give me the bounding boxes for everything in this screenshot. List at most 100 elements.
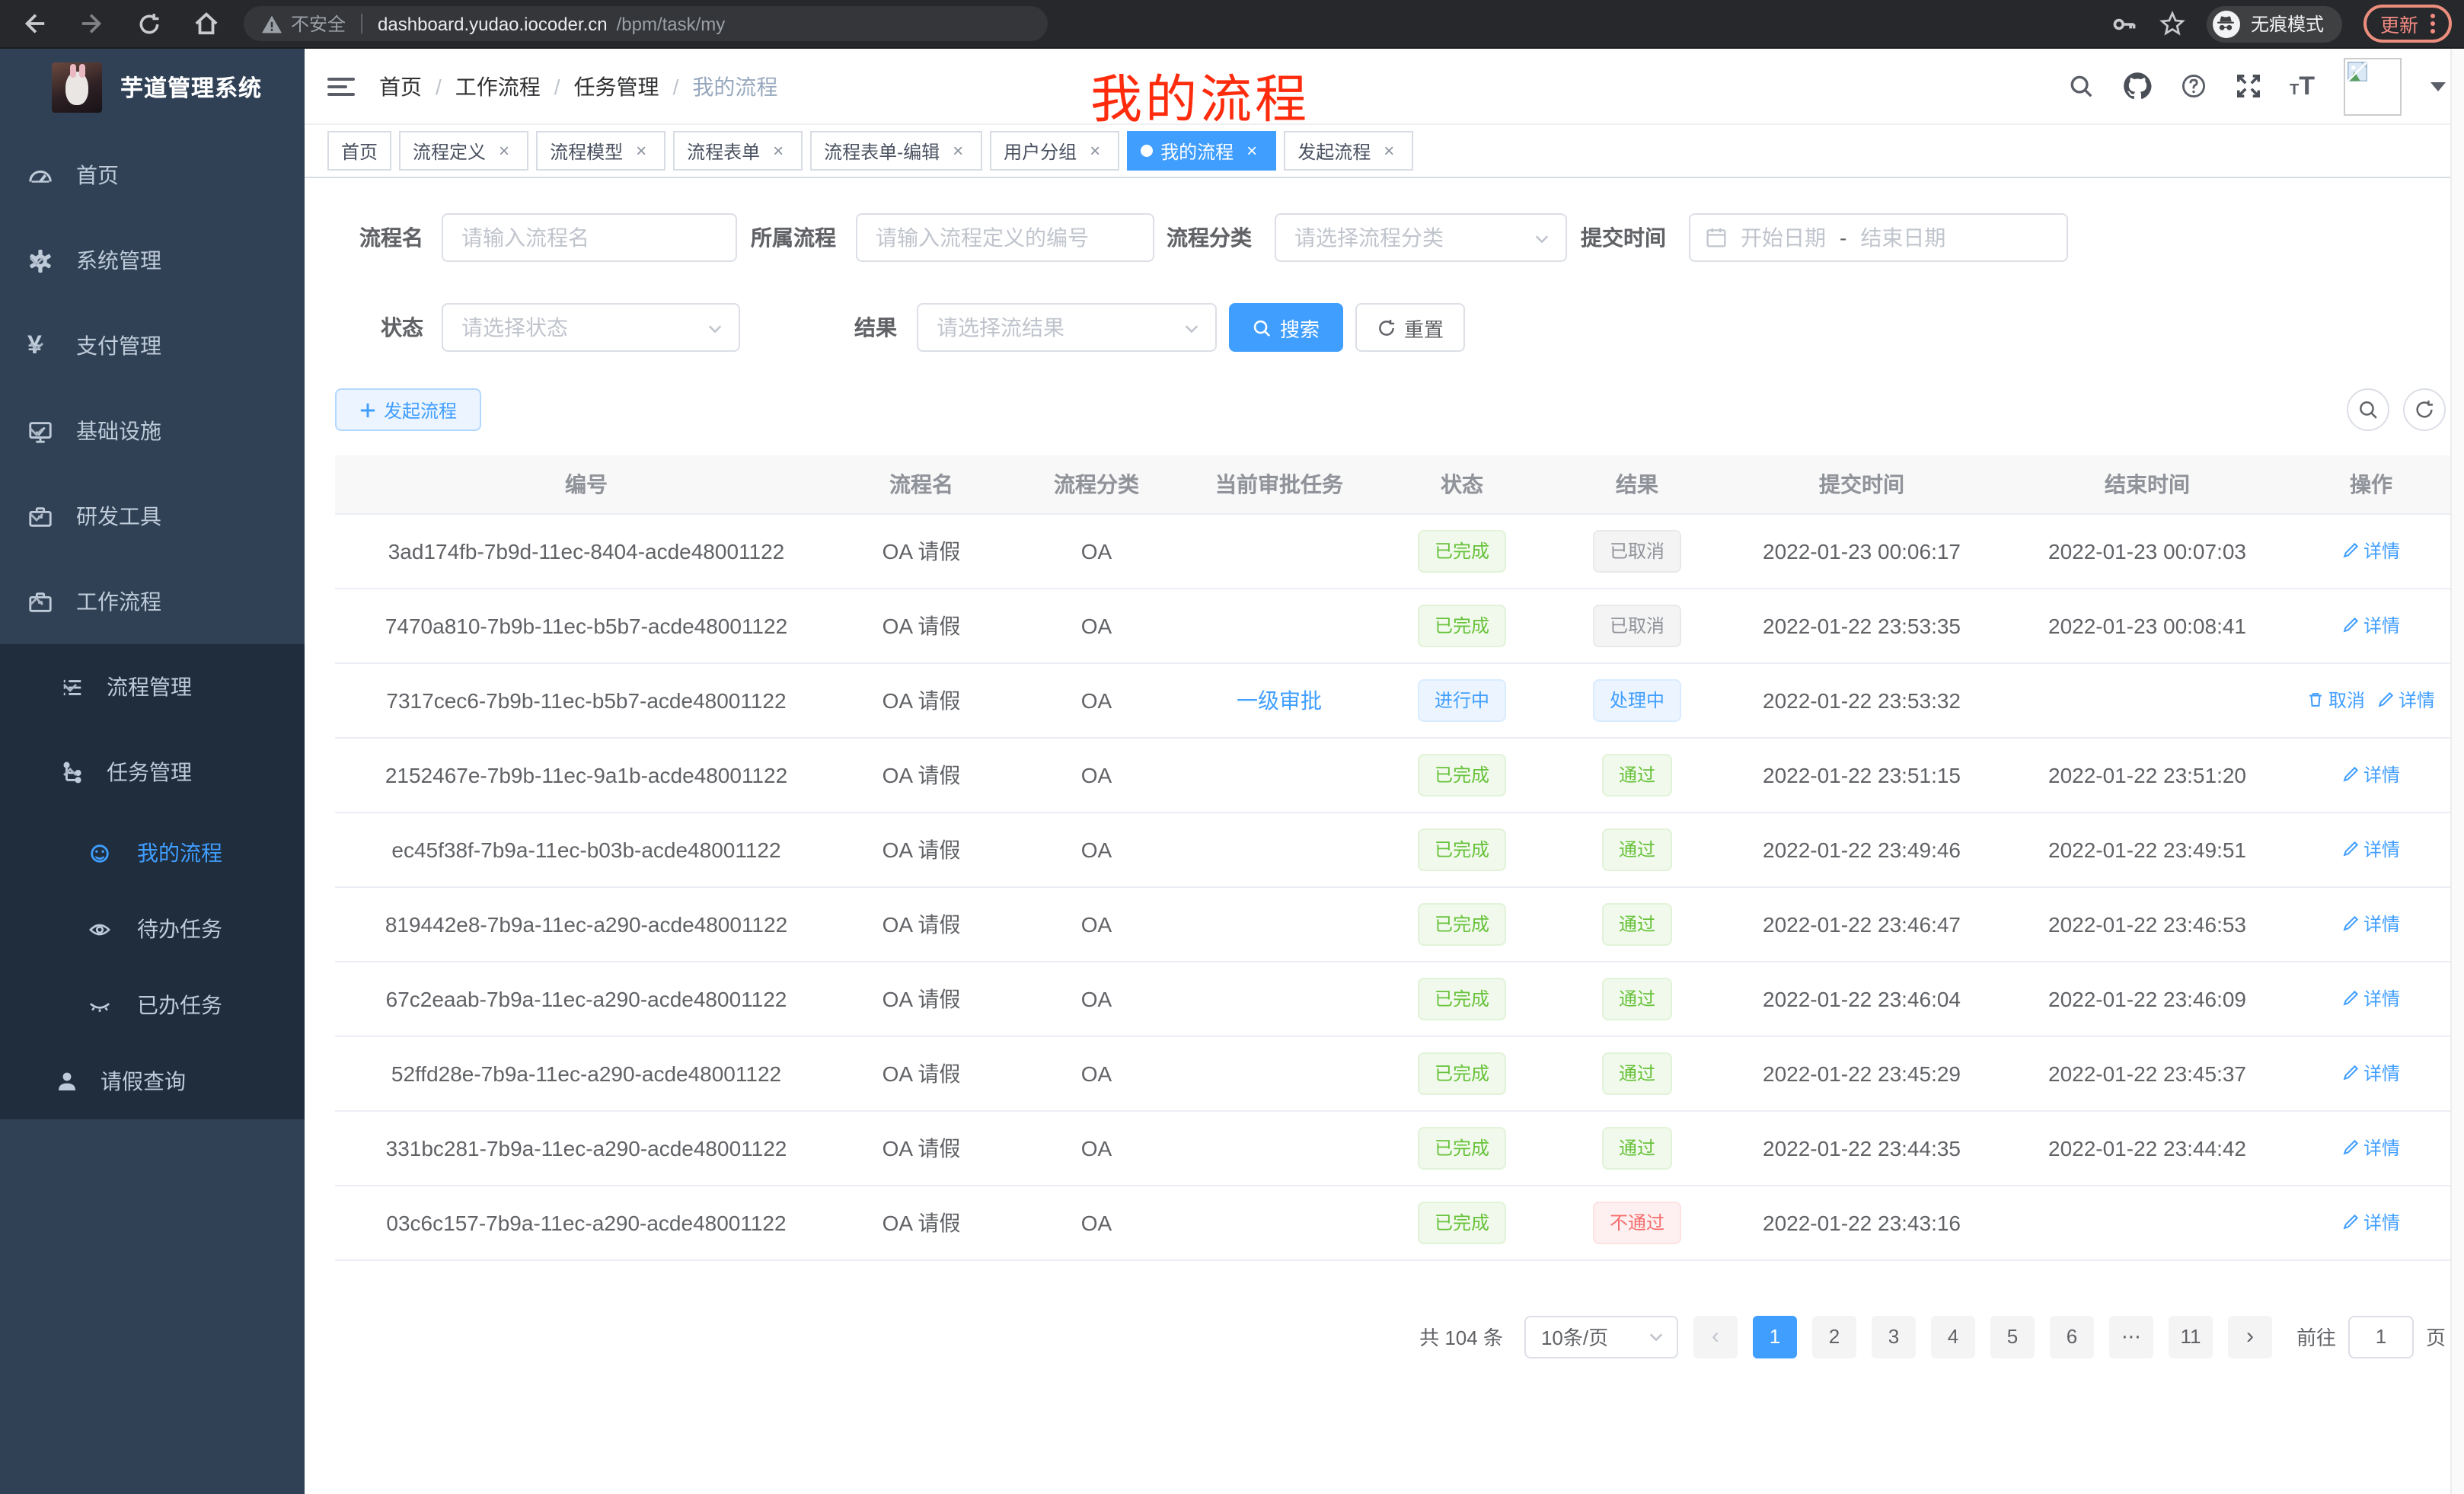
process-name-input[interactable]	[442, 213, 737, 262]
help-icon[interactable]	[2180, 73, 2206, 99]
cell-name: OA 请假	[838, 662, 1005, 737]
current-task-link[interactable]: 一级审批	[1237, 688, 1322, 712]
reset-button[interactable]: 重置	[1355, 303, 1465, 352]
sidebar-item-workflow[interactable]: 工作流程	[0, 559, 305, 644]
close-icon[interactable]: ×	[493, 140, 515, 161]
update-label[interactable]: 更新	[2380, 9, 2418, 38]
header-search-icon[interactable]	[2067, 73, 2093, 99]
sidebar-item-process-management[interactable]: 流程管理	[0, 644, 305, 729]
app-logo-row[interactable]: 芋道管理系统	[0, 49, 305, 126]
sidebar-collapse-icon[interactable]	[327, 77, 355, 95]
detail-link[interactable]: 详情	[2342, 612, 2400, 638]
cancel-link[interactable]: 取消	[2307, 687, 2365, 713]
detail-link[interactable]: 详情	[2342, 761, 2400, 787]
status-select[interactable]: 请选择状态	[442, 303, 740, 352]
goto-page-input[interactable]	[2348, 1315, 2414, 1358]
breadcrumb-home[interactable]: 首页	[379, 71, 422, 101]
tab-process-model[interactable]: 流程模型×	[536, 131, 665, 171]
scrollbar[interactable]	[2450, 49, 2464, 1494]
result-badge: 通过	[1602, 1052, 1672, 1094]
password-key-icon[interactable]	[2111, 10, 2138, 37]
tab-user-group[interactable]: 用户分组×	[990, 131, 1119, 171]
browser-reload-icon[interactable]	[137, 11, 161, 36]
cell-task	[1188, 1110, 1371, 1185]
detail-link[interactable]: 详情	[2342, 985, 2400, 1011]
sidebar-item-my-process[interactable]: 我的流程	[0, 815, 305, 891]
sidebar-item-done-tasks[interactable]: 已办任务	[0, 967, 305, 1043]
detail-link[interactable]: 详情	[2342, 1135, 2400, 1160]
more-pages-button[interactable]: ⋯	[2109, 1315, 2153, 1358]
breadcrumb-workflow[interactable]: 工作流程	[455, 71, 541, 101]
cell-name: OA 请假	[838, 513, 1005, 588]
page-button-1[interactable]: 1	[1753, 1315, 1797, 1358]
tab-home[interactable]: 首页	[327, 131, 391, 171]
close-icon[interactable]: ×	[1084, 140, 1106, 161]
fullscreen-icon[interactable]	[2235, 73, 2261, 99]
sidebar-item-leave-query[interactable]: 请假查询	[0, 1043, 305, 1119]
next-page-button[interactable]: ›	[2228, 1315, 2272, 1358]
bookmark-star-icon[interactable]	[2159, 11, 2185, 37]
close-icon[interactable]: ×	[1241, 140, 1262, 161]
submit-time-range-picker[interactable]: 开始日期 - 结束日期	[1689, 213, 2068, 262]
chevron-down-icon	[27, 507, 277, 525]
page-button-3[interactable]: 3	[1872, 1315, 1916, 1358]
result-badge: 通过	[1602, 902, 1672, 945]
close-icon[interactable]: ×	[1378, 140, 1400, 161]
browser-home-icon[interactable]	[193, 11, 219, 37]
process-category-select[interactable]: 请选择流程分类	[1275, 213, 1567, 262]
chevron-down-icon	[1183, 319, 1200, 336]
status-badge: 已完成	[1418, 977, 1506, 1020]
result-select[interactable]: 请选择流结果	[917, 303, 1217, 352]
sidebar-item-task-management[interactable]: 任务管理	[0, 729, 305, 815]
browser-forward-icon[interactable]	[79, 11, 105, 37]
avatar[interactable]	[2344, 57, 2402, 115]
tab-process-form-edit[interactable]: 流程表单-编辑×	[810, 131, 982, 171]
tab-process-definition[interactable]: 流程定义×	[399, 131, 528, 171]
font-size-icon[interactable]: TT	[2290, 73, 2315, 99]
detail-link[interactable]: 详情	[2342, 1060, 2400, 1086]
page-button-11[interactable]: 11	[2169, 1315, 2213, 1358]
tab-process-form[interactable]: 流程表单×	[673, 131, 803, 171]
pagination: 共 104 条 10条/页 ‹ 1 2 3 4 5 6 ⋯ 11 › 前往 页	[335, 1315, 2450, 1358]
close-icon[interactable]: ×	[630, 140, 652, 161]
status-badge: 已完成	[1418, 828, 1506, 870]
sidebar-item-system[interactable]: 系统管理	[0, 218, 305, 303]
detail-link[interactable]: 详情	[2342, 836, 2400, 862]
github-icon[interactable]	[2122, 72, 2151, 101]
sidebar-item-infrastructure[interactable]: 基础设施	[0, 388, 305, 474]
url-domain: dashboard.yudao.iocoder.cn	[378, 13, 608, 34]
refresh-table-icon-button[interactable]	[2403, 388, 2446, 431]
sidebar-item-todo-tasks[interactable]: 待办任务	[0, 891, 305, 967]
close-icon[interactable]: ×	[947, 140, 969, 161]
avatar-caret-icon[interactable]	[2430, 81, 2446, 91]
detail-link[interactable]: 详情	[2342, 911, 2400, 937]
browser-back-icon[interactable]	[21, 11, 47, 37]
tab-start-process[interactable]: 发起流程×	[1284, 131, 1413, 171]
process-definition-input[interactable]	[856, 213, 1154, 262]
sidebar-item-dev-tools[interactable]: 研发工具	[0, 474, 305, 559]
search-button[interactable]: 搜索	[1229, 303, 1343, 352]
page-button-5[interactable]: 5	[1990, 1315, 2035, 1358]
tab-my-process[interactable]: 我的流程×	[1127, 131, 1276, 171]
cell-end-time: 2022-01-23 00:07:03	[2003, 513, 2292, 588]
close-icon[interactable]: ×	[768, 140, 789, 161]
page-button-4[interactable]: 4	[1931, 1315, 1975, 1358]
page-button-6[interactable]: 6	[2050, 1315, 2094, 1358]
chrome-update-button[interactable]: 更新	[2363, 5, 2452, 43]
address-bar[interactable]: 不安全 dashboard.yudao.iocoder.cn/bpm/task/…	[244, 6, 1048, 41]
show-search-icon-button[interactable]	[2347, 388, 2389, 431]
prev-page-button[interactable]: ‹	[1693, 1315, 1738, 1358]
page-button-2[interactable]: 2	[1812, 1315, 1856, 1358]
sidebar-item-payment[interactable]: ¥ 支付管理	[0, 303, 305, 388]
active-dot	[1141, 145, 1153, 157]
breadcrumb-task-management[interactable]: 任务管理	[574, 71, 659, 101]
cell-task	[1188, 1036, 1371, 1110]
sidebar-item-home[interactable]: 首页	[0, 132, 305, 218]
start-process-button[interactable]: 发起流程	[335, 388, 481, 431]
detail-link[interactable]: 详情	[2342, 1209, 2400, 1235]
detail-link[interactable]: 详情	[2342, 538, 2400, 563]
page-size-select[interactable]: 10条/页	[1524, 1315, 1678, 1358]
detail-link[interactable]: 详情	[2377, 687, 2435, 713]
col-end-time: 结束时间	[2003, 455, 2292, 513]
chrome-menu-icon[interactable]	[2430, 14, 2435, 34]
